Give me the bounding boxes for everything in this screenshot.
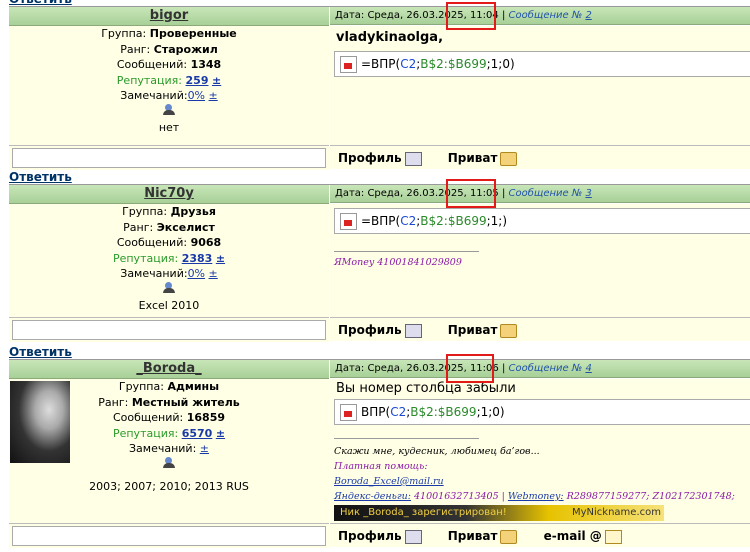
reputation-link[interactable]: 6570 [182,427,213,440]
user-extra: 2003; 2007; 2010; 2013 RUS [89,480,249,493]
yandex-money-link[interactable]: Яндекс-деньги: [334,491,411,502]
post-2: bigor Дата: Среда, 26.03.2025, 11:04 | С… [9,6,750,173]
post-greeting: vladykinaolga, [336,30,444,45]
user-info-panel: Группа: Админы Ранг: Местный житель Сооб… [9,379,329,523]
signature-paid-help: Платная помощь: [334,461,428,472]
reputation-vote-link[interactable]: ± [216,427,225,440]
post-author-header: bigor [9,7,329,26]
excel-icon [340,56,357,73]
user-rank: Старожил [153,42,218,56]
user-rank: Экселист [156,220,215,234]
private-message-button[interactable]: Приват [448,323,518,338]
formula-box: =ВПР(C2;B$2:$B699;1;) [334,208,750,234]
message-number-link[interactable]: Сообщение № 3 [509,188,592,199]
private-message-button[interactable]: Приват [448,151,518,166]
envelope-icon [500,323,518,338]
excel-icon [340,213,357,230]
post-footer-left [9,145,329,170]
webmoney-link[interactable]: Webmoney: [508,491,564,502]
post-body: vladykinaolga, =ВПР(C2;B$2:$B699;1;0) [330,26,750,145]
user-posts-count: 1348 [190,58,222,71]
author-name-link[interactable]: _Boroda_ [136,361,201,376]
warnings-vote-link[interactable]: ± [209,267,218,280]
user-info-panel: Группа: Друзья Ранг: Экселист Сообщений:… [9,204,329,317]
profile-card-icon [404,529,422,544]
user-group: Проверенные [149,27,237,40]
user-extra: нет [158,121,180,134]
mynickname-banner[interactable]: Ник _Boroda_ зарегистрирован! MyNickname… [334,505,664,521]
post-author-header: _Boroda_ [9,360,329,379]
user-avatar [10,381,70,463]
profile-button[interactable]: Профиль [338,529,422,544]
formula-box: =ВПР(C2;B$2:$B699;1;0) [334,51,750,77]
warnings-vote-link[interactable]: ± [209,89,218,102]
timestamp-highlight [446,2,496,30]
post-meta-header: Дата: Среда, 26.03.2025, 11:06 | Сообщен… [330,360,750,378]
message-number-link[interactable]: Сообщение № 2 [509,10,592,21]
date-label: Дата: [335,10,365,21]
user-status-icon [162,281,176,294]
signature-email-link[interactable]: Boroda_Excel@mail.ru [334,476,444,487]
post-3: Nic70y Дата: Среда, 26.03.2025, 11:05 | … [9,184,750,345]
reputation-vote-link[interactable]: ± [216,252,225,265]
envelope-icon [500,151,518,166]
reply-link[interactable]: Ответить [9,170,72,184]
post-meta-header: Дата: Среда, 26.03.2025, 11:04 | Сообщен… [330,7,750,25]
reputation-link[interactable]: 259 [186,74,209,87]
signature-quote: Скажи мне, кудесник, любимец ба’гов... [334,446,540,457]
author-name-link[interactable]: bigor [150,8,188,23]
warnings-vote-link[interactable]: ± [200,442,209,455]
user-status-icon [162,103,176,116]
mail-icon [604,529,622,544]
warnings-link[interactable]: 0% [188,267,205,280]
profile-card-icon [404,323,422,338]
private-message-button[interactable]: Приват [448,529,518,544]
post-footer-left [9,317,329,342]
post-footer-left [9,523,329,548]
reputation-link[interactable]: 2383 [182,252,213,265]
post-4: _Boroda_ Дата: Среда, 26.03.2025, 11:06 … [9,359,750,552]
reply-link[interactable]: Ответить [9,345,72,359]
signature: ЯMoney 41001841029809 [334,257,462,268]
user-posts-count: 16859 [186,411,226,424]
email-button[interactable]: e-mail @ [544,529,622,544]
message-number-link[interactable]: Сообщение № 4 [509,363,592,374]
profile-button[interactable]: Профиль [338,151,422,166]
post-text: Вы номер столбца забыли [336,381,516,396]
warnings-link[interactable]: 0% [188,89,205,102]
post-meta-header: Дата: Среда, 26.03.2025, 11:05 | Сообщен… [330,185,750,203]
profile-card-icon [404,151,422,166]
timestamp-highlight [446,179,496,208]
post-body: =ВПР(C2;B$2:$B699;1;) ЯMoney 41001841029… [330,204,750,317]
user-group: Админы [167,380,220,393]
signature-divider [334,438,479,439]
user-rank: Местный житель [131,395,240,409]
envelope-icon [500,529,518,544]
post-author-header: Nic70y [9,185,329,204]
post-body: Вы номер столбца забыли ВПР(C2;B$2:$B699… [330,379,750,523]
profile-button[interactable]: Профиль [338,323,422,338]
user-status-icon [162,456,176,469]
post-footer-actions: Профиль Приват e-mail @ [330,523,750,547]
user-posts-count: 9068 [190,236,222,249]
author-name-link[interactable]: Nic70y [144,186,194,201]
user-group: Друзья [170,205,216,218]
timestamp-highlight [446,354,494,383]
user-extra: Excel 2010 [138,299,200,312]
user-info-panel: Группа: Проверенные Ранг: Старожил Сообщ… [9,26,329,145]
reputation-vote-link[interactable]: ± [212,74,221,87]
excel-icon [340,404,357,421]
post-footer-actions: Профиль Приват [330,145,750,169]
signature: Скажи мне, кудесник, любимец ба’гов... П… [334,444,750,504]
signature-divider [334,251,479,252]
post-footer-actions: Профиль Приват [330,317,750,341]
formula-box: ВПР(C2;B$2:$B699;1;0) [334,399,750,425]
